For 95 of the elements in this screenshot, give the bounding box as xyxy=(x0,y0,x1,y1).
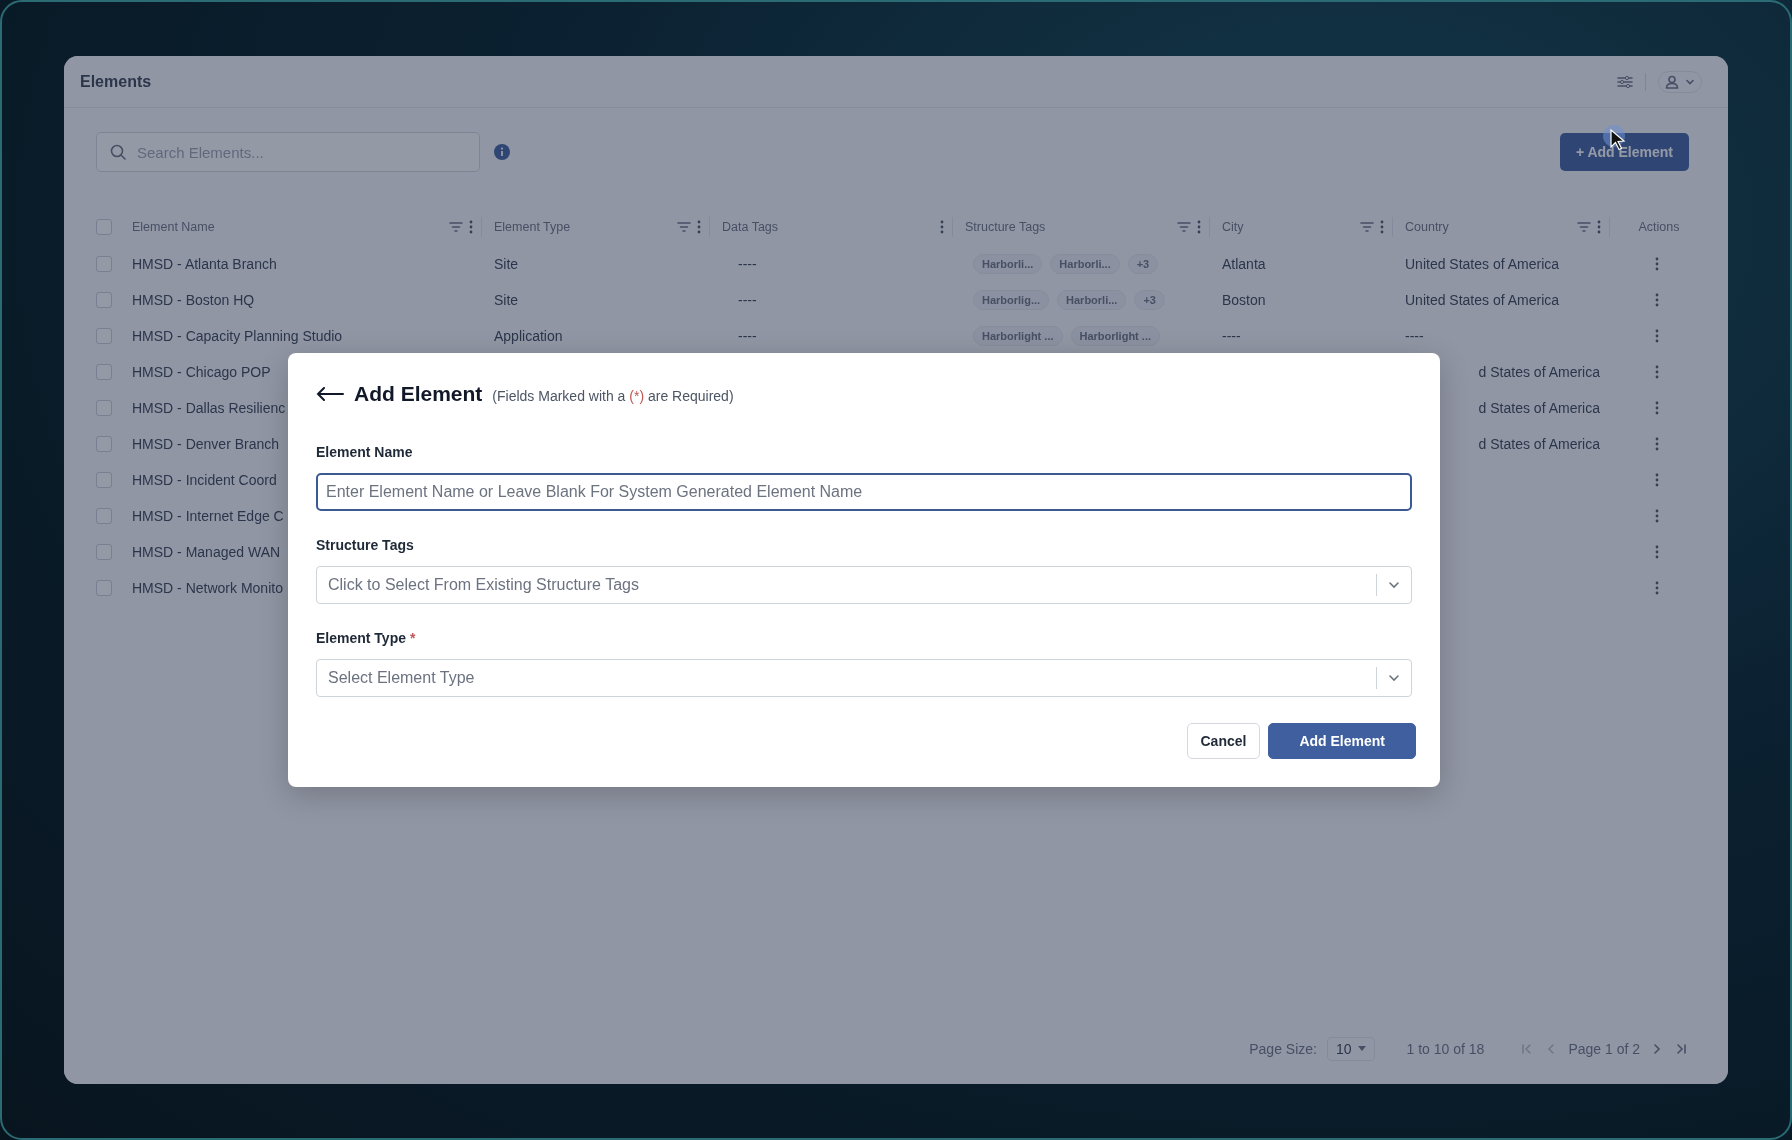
table-cell: Site xyxy=(494,292,519,308)
table-cell: United States of America xyxy=(1405,292,1560,308)
page-indicator: Page 1 of 2 xyxy=(1568,1041,1640,1057)
tag: Harborlight ... xyxy=(973,326,1063,346)
table-cell: HMSD - Managed WAN xyxy=(132,544,281,560)
more-icon[interactable] xyxy=(1655,401,1659,415)
row-checkbox[interactable] xyxy=(96,580,112,596)
tag: Harborli... xyxy=(1050,254,1120,274)
tag: Harborli... xyxy=(1057,290,1127,310)
row-checkbox[interactable] xyxy=(96,436,112,452)
filter-icon[interactable] xyxy=(1360,221,1374,233)
more-icon[interactable] xyxy=(1655,473,1659,487)
table-cell: Application xyxy=(494,328,563,344)
column-header[interactable]: Country xyxy=(1405,220,1571,234)
row-checkbox[interactable] xyxy=(96,400,112,416)
table-cell: Atlanta xyxy=(1222,256,1266,272)
page-title: Elements xyxy=(80,72,153,91)
column-header[interactable]: Structure Tags xyxy=(965,220,1171,234)
more-icon[interactable] xyxy=(1655,329,1659,343)
column-header[interactable]: Element Name xyxy=(132,220,443,234)
tag: Harborlight ... xyxy=(1070,326,1160,346)
table-cell: HMSD - Denver Branch xyxy=(132,436,280,452)
row-checkbox[interactable] xyxy=(96,328,112,344)
more-icon[interactable] xyxy=(940,220,944,234)
table-cell: Site xyxy=(494,256,519,272)
page-size-label: Page Size: xyxy=(1249,1041,1317,1057)
row-checkbox[interactable] xyxy=(96,292,112,308)
more-icon[interactable] xyxy=(1197,220,1201,234)
table-cell: ---- xyxy=(1222,328,1241,344)
more-icon[interactable] xyxy=(1597,220,1601,234)
filter-icon[interactable] xyxy=(1577,221,1591,233)
field-label: Structure Tags xyxy=(316,537,415,553)
select-all-checkbox[interactable] xyxy=(96,219,112,235)
more-icon[interactable] xyxy=(1655,581,1659,595)
table-cell: HMSD - Chicago POP xyxy=(132,364,271,380)
more-icon[interactable] xyxy=(697,220,701,234)
table-cell: HMSD - Boston HQ xyxy=(132,292,255,308)
row-checkbox[interactable] xyxy=(96,472,112,488)
table-cell: ---- xyxy=(1405,328,1424,344)
table-cell: HMSD - Atlanta Branch xyxy=(132,256,277,272)
page-size-select[interactable]: 10 xyxy=(1326,1037,1375,1061)
more-icon[interactable] xyxy=(1655,293,1659,307)
row-checkbox[interactable] xyxy=(96,256,112,272)
user-icon xyxy=(1665,74,1679,89)
caret-icon xyxy=(1357,1046,1366,1052)
table-cell: d States of America xyxy=(1478,364,1600,380)
tag: Harborlig... xyxy=(973,290,1050,310)
table-cell: HMSD - Network Monito xyxy=(132,580,283,596)
field-label: Element Name xyxy=(316,444,414,460)
add-element-button[interactable]: + Add Element xyxy=(1559,133,1689,171)
record-range: 1 to 10 of 18 xyxy=(1406,1041,1485,1057)
row-checkbox[interactable] xyxy=(96,508,112,524)
table-cell: ---- xyxy=(738,256,757,272)
filter-icon[interactable] xyxy=(449,221,463,233)
tag: +3 xyxy=(1134,290,1165,310)
row-checkbox[interactable] xyxy=(96,544,112,560)
table-cell: d States of America xyxy=(1478,436,1600,452)
table-cell: United States of America xyxy=(1405,256,1560,272)
column-header[interactable]: City xyxy=(1222,220,1354,234)
required-note: (Fields Marked with a (*) are Required) xyxy=(492,387,734,404)
table-cell: HMSD - Capacity Planning Studio xyxy=(132,328,343,344)
row-checkbox[interactable] xyxy=(96,364,112,380)
more-icon[interactable] xyxy=(469,220,473,234)
input-field[interactable]: Enter Element Name or Leave Blank For System Generated Element Name xyxy=(316,473,1412,511)
more-icon[interactable] xyxy=(1655,509,1659,523)
last-page-icon[interactable] xyxy=(1674,1042,1688,1056)
table-cell: HMSD - Dallas Resilienc xyxy=(132,400,286,416)
table-cell: d States of America xyxy=(1478,400,1600,416)
more-icon[interactable] xyxy=(1655,545,1659,559)
cancel-button[interactable]: Cancel xyxy=(1186,723,1261,759)
filter-icon[interactable] xyxy=(677,221,691,233)
dropdown-field[interactable]: Click to Select From Existing Structure Tags xyxy=(316,566,1412,604)
tag: +3 xyxy=(1127,254,1159,274)
table-cell: HMSD - Internet Edge C xyxy=(132,508,284,524)
sliders-icon[interactable] xyxy=(1617,74,1633,89)
column-header[interactable]: Actions xyxy=(1638,220,1680,234)
more-icon[interactable] xyxy=(1380,220,1384,234)
dropdown-field[interactable]: Select Element Type xyxy=(316,659,1412,697)
table-cell: HMSD - Incident Coord xyxy=(132,472,277,488)
more-icon[interactable] xyxy=(1655,365,1659,379)
filter-icon[interactable] xyxy=(1177,221,1191,233)
add-element-button[interactable]: Add Element xyxy=(1268,723,1416,759)
info-icon[interactable] xyxy=(494,144,510,160)
more-icon[interactable] xyxy=(1655,437,1659,451)
field-label: Element Type * xyxy=(316,630,417,646)
table-cell: Boston xyxy=(1222,292,1266,308)
table-cell: ---- xyxy=(738,292,757,308)
dialog-title: Add Element xyxy=(354,382,483,406)
more-icon[interactable] xyxy=(1655,257,1659,271)
search-icon xyxy=(110,144,126,160)
tag: Harborli... xyxy=(973,254,1043,274)
table-cell: ---- xyxy=(738,328,757,344)
back-arrow-icon[interactable] xyxy=(316,387,344,401)
column-header[interactable]: Element Type xyxy=(494,220,671,234)
column-header[interactable]: Data Tags xyxy=(722,220,934,234)
